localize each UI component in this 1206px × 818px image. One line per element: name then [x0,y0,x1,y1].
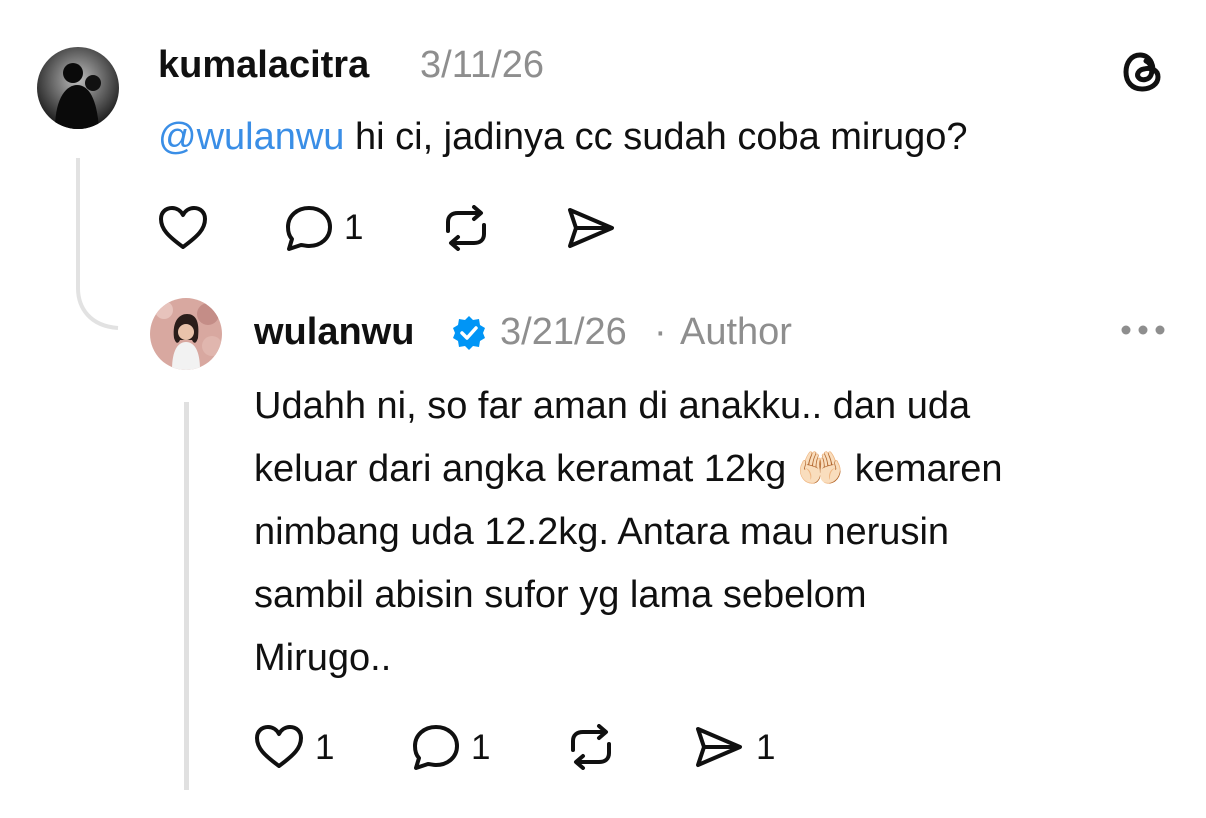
heart-icon[interactable] [254,724,304,770]
parent-username[interactable]: kumalacitra [158,44,369,87]
parent-text-body: hi ci, jadinya cc sudah coba mirugo? [344,116,968,158]
share-icon[interactable] [694,725,744,769]
reply-text-line: Mirugo.. [254,637,392,679]
reply-like-count: 1 [315,728,335,767]
reply-reply-count: 1 [471,728,491,767]
avatar-wulanwu[interactable] [150,298,222,370]
mention-link[interactable]: @wulanwu [158,116,344,158]
comment-icon[interactable] [410,723,462,771]
more-icon[interactable] [1118,320,1168,340]
parent-reply-count: 1 [344,208,364,247]
repost-icon[interactable] [565,724,617,770]
reply-text-line: keluar dari angka keramat 12kg 🤲🏻 kemare… [254,448,1003,490]
parent-text: @wulanwu hi ci, jadinya cc sudah coba mi… [158,106,968,169]
reply-text-line: Udahh ni, so far aman di anakku.. dan ud… [254,385,971,427]
reply-text-line: nimbang uda 12.2kg. Antara mau nerusin [254,511,950,553]
parent-timestamp: 3/11/26 [420,44,544,86]
verified-badge-icon [450,314,488,352]
share-icon[interactable] [566,206,616,250]
reply-thread-line [184,402,189,790]
threads-logo-icon[interactable] [1120,48,1168,96]
meta-separator: · [654,311,667,353]
heart-icon[interactable] [158,205,208,251]
reply-timestamp: 3/21/26 [500,311,627,353]
reply-text: Udahh ni, so far aman di anakku.. dan ud… [254,375,1003,690]
thread-connector [74,158,120,330]
reply-username[interactable]: wulanwu [254,311,414,354]
repost-icon[interactable] [440,205,492,251]
comment-icon[interactable] [283,204,335,252]
author-label: Author [680,311,792,353]
avatar-kumalacitra[interactable] [37,47,119,129]
reply-text-line: sambil abisin sufor yg lama sebelom [254,574,867,616]
reply-share-count: 1 [756,728,776,767]
